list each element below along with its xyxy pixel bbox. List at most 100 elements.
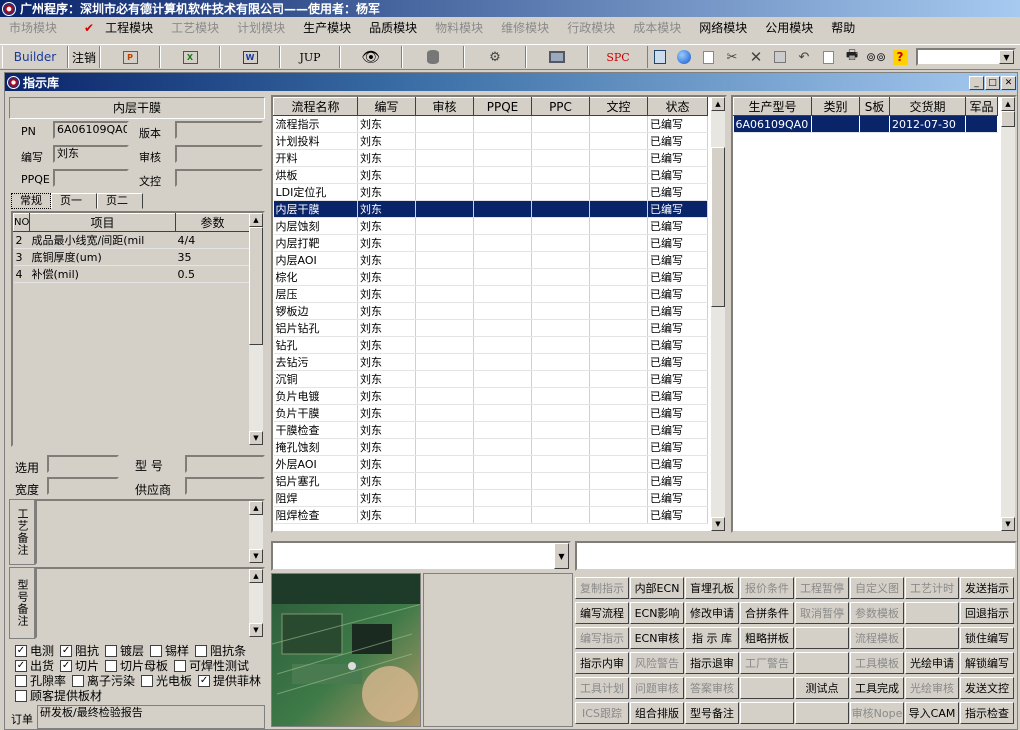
action-button-3-5[interactable]: 工具模板 <box>850 652 904 674</box>
flow-row[interactable]: 层压 刘东 已编写 <box>273 285 708 303</box>
action-button-4-0[interactable]: 工具计划 <box>575 677 629 699</box>
flow-header-5[interactable]: 文控 <box>589 97 648 116</box>
flow-cell-ppqe[interactable] <box>473 370 532 388</box>
doc-control-field[interactable] <box>175 169 263 187</box>
flow-cell-review[interactable] <box>415 166 474 184</box>
computer-button[interactable] <box>526 46 588 68</box>
review-field[interactable] <box>175 145 263 163</box>
flow-cell-ppqe[interactable] <box>473 472 532 490</box>
flow-cell-name[interactable]: 内层打靶 <box>273 234 358 252</box>
flow-cell-doc[interactable] <box>589 336 648 354</box>
action-button-3-3[interactable]: 工厂警告 <box>740 652 794 674</box>
flow-cell-status[interactable]: 已编写 <box>647 285 708 303</box>
action-button-2-0[interactable]: 编写指示 <box>575 627 629 649</box>
flow-cell-name[interactable]: 计划投料 <box>273 132 358 150</box>
scroll-up-icon[interactable]: ▲ <box>1001 97 1015 111</box>
flow-row[interactable]: 沉铜 刘东 已编写 <box>273 370 708 388</box>
param-row[interactable]: 3 底铜厚度(um) 35 <box>13 248 250 266</box>
flow-cell-name[interactable]: 锣板边 <box>273 302 358 320</box>
flow-cell-status[interactable]: 已编写 <box>647 387 708 405</box>
scroll-down-icon[interactable]: ▼ <box>711 517 725 531</box>
action-button-4-1[interactable]: 问题审核 <box>630 677 684 699</box>
flow-cell-name[interactable]: 烘板 <box>273 166 358 184</box>
product-scrollbar[interactable]: ▲ ▼ <box>1001 97 1015 531</box>
maximize-button[interactable]: □ <box>985 76 1000 90</box>
scroll-down-icon[interactable]: ▼ <box>249 549 263 563</box>
flow-cell-status[interactable]: 已编写 <box>647 506 708 524</box>
network-button[interactable]: ⚙ <box>464 46 526 68</box>
action-button-5-7[interactable]: 指示检查 <box>960 702 1014 724</box>
flow-cell-status[interactable]: 已编写 <box>647 489 708 507</box>
flow-cell-review[interactable] <box>415 319 474 337</box>
flow-row[interactable]: 外层AOI 刘东 已编写 <box>273 455 708 473</box>
param-cell-value[interactable]: 35 <box>175 248 250 266</box>
flow-cell-name[interactable]: 负片电镀 <box>273 387 358 405</box>
flow-cell-name[interactable]: 铝片钻孔 <box>273 319 358 337</box>
param-row[interactable]: 2 成品最小线宽/间距(mil 4/4 <box>13 231 250 249</box>
flow-cell-review[interactable] <box>415 183 474 201</box>
flow-cell-review[interactable] <box>415 336 474 354</box>
flow-cell-ppc[interactable] <box>531 268 590 286</box>
flow-cell-author[interactable]: 刘东 <box>357 285 416 303</box>
flow-cell-review[interactable] <box>415 285 474 303</box>
flow-cell-ppqe[interactable] <box>473 353 532 371</box>
preview-button[interactable]: 👁 <box>340 46 402 68</box>
flow-cell-status[interactable]: 已编写 <box>647 268 708 286</box>
flow-cell-author[interactable]: 刘东 <box>357 336 416 354</box>
action-button-4-7[interactable]: 发送文控 <box>960 677 1014 699</box>
flow-cell-name[interactable]: 负片干膜 <box>273 404 358 422</box>
menu-item-4[interactable]: 生产模块 <box>294 19 360 36</box>
flow-cell-status[interactable]: 已编写 <box>647 438 708 456</box>
flow-row[interactable]: 掩孔蚀刻 刘东 已编写 <box>273 438 708 456</box>
model-field[interactable] <box>185 455 265 473</box>
action-button-0-7[interactable]: 发送指示 <box>960 577 1014 599</box>
instruction-input[interactable] <box>575 541 1017 571</box>
action-button-2-5[interactable]: 流程模板 <box>850 627 904 649</box>
action-button-5-4[interactable] <box>795 702 849 724</box>
flow-scrollbar[interactable]: ▲ ▼ <box>711 97 725 531</box>
action-button-1-7[interactable]: 回退指示 <box>960 602 1014 624</box>
flow-cell-ppc[interactable] <box>531 336 590 354</box>
menu-item-7[interactable]: 维修模块 <box>492 19 558 36</box>
flow-cell-doc[interactable] <box>589 285 648 303</box>
flow-row[interactable]: 锣板边 刘东 已编写 <box>273 302 708 320</box>
print-preview-button[interactable] <box>816 46 840 68</box>
flow-cell-status[interactable]: 已编写 <box>647 217 708 235</box>
delete-button[interactable]: ✕ <box>744 46 768 68</box>
flow-cell-status[interactable]: 已编写 <box>647 132 708 150</box>
jup-button[interactable]: JUP <box>280 46 340 68</box>
flow-row[interactable]: 铝片塞孔 刘东 已编写 <box>273 472 708 490</box>
calculator-button[interactable] <box>648 46 672 68</box>
flow-cell-ppc[interactable] <box>531 285 590 303</box>
flow-cell-status[interactable]: 已编写 <box>647 370 708 388</box>
ppqe-field[interactable] <box>53 169 129 187</box>
flow-cell-review[interactable] <box>415 421 474 439</box>
flow-cell-name[interactable]: 内层干膜 <box>273 200 358 218</box>
flow-cell-review[interactable] <box>415 268 474 286</box>
flow-cell-name[interactable]: 内层AOI <box>273 251 358 269</box>
flow-cell-name[interactable]: 铝片塞孔 <box>273 472 358 490</box>
unchecked-box-icon[interactable] <box>105 659 118 672</box>
scroll-thumb[interactable] <box>711 147 725 307</box>
unchecked-box-icon[interactable] <box>15 689 27 702</box>
flow-cell-review[interactable] <box>415 149 474 167</box>
action-button-0-3[interactable]: 报价条件 <box>740 577 794 599</box>
flow-cell-status[interactable]: 已编写 <box>647 336 708 354</box>
checked-box-icon[interactable]: ✓ <box>15 644 27 657</box>
logout-button[interactable]: 注销 <box>68 46 100 68</box>
flow-cell-status[interactable]: 已编写 <box>647 455 708 473</box>
action-button-0-0[interactable]: 复制指示 <box>575 577 629 599</box>
flow-cell-ppqe[interactable] <box>473 200 532 218</box>
menu-item-11[interactable]: 公用模块 <box>756 19 822 36</box>
action-button-1-0[interactable]: 编写流程 <box>575 602 629 624</box>
menu-item-1[interactable]: ✔ 工程模块 <box>66 19 162 36</box>
flow-cell-ppc[interactable] <box>531 370 590 388</box>
product-header-3[interactable]: 交货期 <box>889 97 966 116</box>
process-note-field[interactable]: ▲ ▼ <box>35 499 265 565</box>
flow-cell-review[interactable] <box>415 438 474 456</box>
flow-cell-doc[interactable] <box>589 387 648 405</box>
flow-cell-ppqe[interactable] <box>473 506 532 524</box>
product-header-1[interactable]: 类别 <box>811 97 860 116</box>
flow-row[interactable]: 内层干膜 刘东 已编写 <box>273 200 708 218</box>
flow-cell-ppc[interactable] <box>531 251 590 269</box>
